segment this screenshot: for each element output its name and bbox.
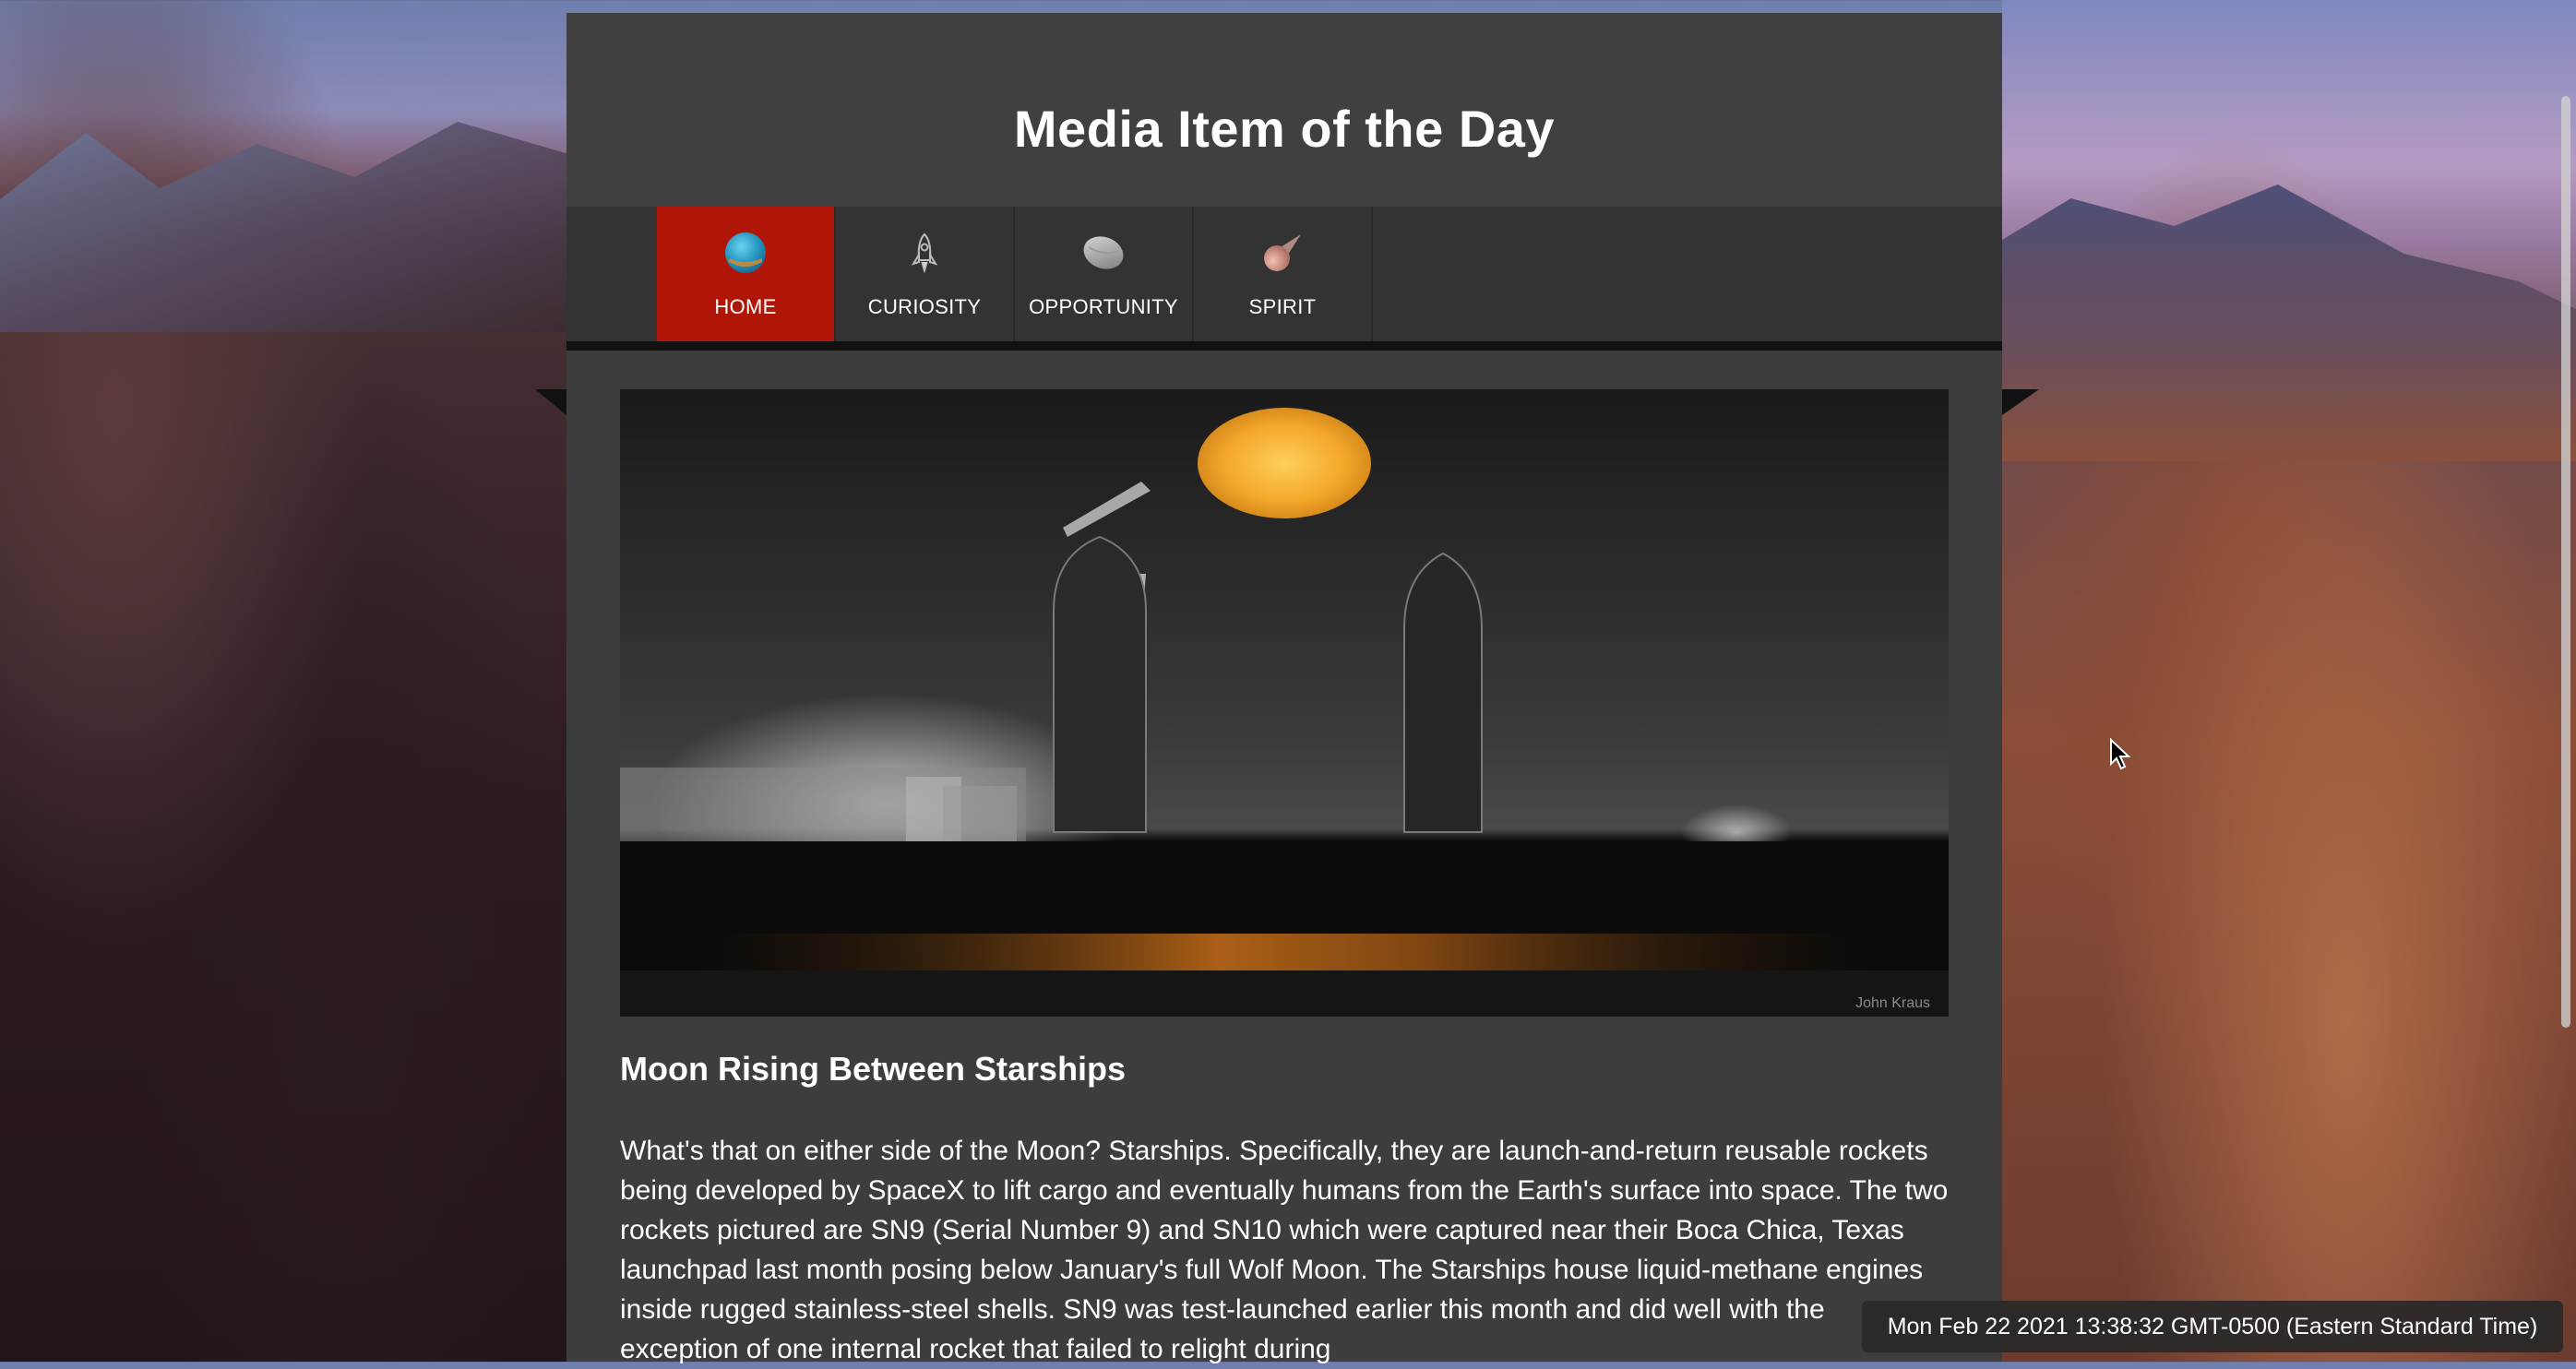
rocket-icon: [911, 232, 938, 274]
page-title: Media Item of the Day: [1013, 99, 1556, 158]
page-scrollbar[interactable]: [2561, 96, 2570, 1028]
ribbon-fold-left: [535, 389, 566, 415]
nav-item-opportunity[interactable]: OPPORTUNITY: [1015, 207, 1194, 341]
ribbon-fold-right: [2002, 389, 2039, 415]
media-title: Moon Rising Between Starships: [620, 1050, 1127, 1088]
nav-label-spirit: SPIRIT: [1248, 295, 1317, 318]
main-panel: Media Item of the Day HOME CURIOSITY OPP…: [566, 13, 2002, 1364]
background-mountains-left: [0, 0, 572, 1362]
nav-item-home[interactable]: HOME: [657, 207, 836, 341]
background-mountains-right: [2002, 0, 2576, 1362]
comet-icon: [1264, 234, 1301, 271]
nav-label-opportunity: OPPORTUNITY: [1029, 295, 1178, 318]
nav-item-curiosity[interactable]: CURIOSITY: [836, 207, 1015, 341]
photo-credit: John Kraus: [1855, 995, 1930, 1011]
status-timestamp: Mon Feb 22 2021 13:38:32 GMT-0500 (Easte…: [1862, 1301, 2563, 1352]
media-description: What's that on either side of the Moon? …: [620, 1136, 1949, 1364]
media-image: John Kraus: [620, 389, 1949, 1017]
planet-icon: [1083, 236, 1124, 269]
mouse-cursor-icon: [2110, 738, 2131, 770]
globe-icon: [725, 232, 766, 273]
nav-bar: HOME CURIOSITY OPPORTUNITY SPIRIT: [566, 207, 2002, 351]
nav-item-spirit[interactable]: SPIRIT: [1194, 207, 1373, 341]
site-header: Media Item of the Day: [566, 13, 2002, 207]
nav-label-home: HOME: [714, 295, 777, 318]
nav-label-curiosity: CURIOSITY: [867, 295, 982, 318]
